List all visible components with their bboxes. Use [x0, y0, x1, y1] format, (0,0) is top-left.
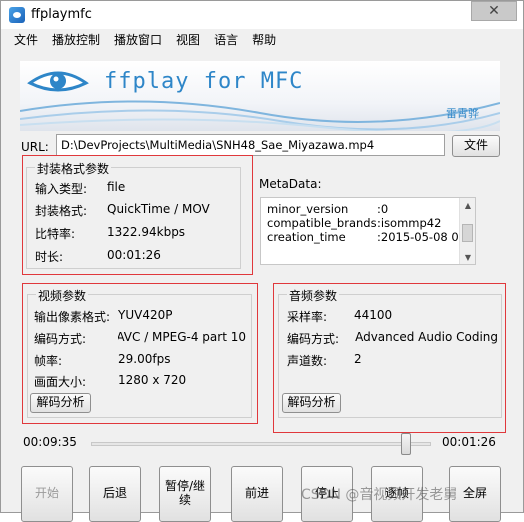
metadata-value: :isommp42 — [377, 216, 442, 230]
video-label: 输出像素格式: — [34, 310, 111, 324]
audio-value: Advanced Audio Coding) — [354, 330, 498, 344]
video-label: 画面大小: — [34, 375, 87, 389]
metadata-title: MetaData: — [259, 177, 322, 191]
app-window: ffplaymfc ✕ 文件 播放控制 播放窗口 视图 语言 帮助 ffplay… — [0, 0, 524, 522]
url-input[interactable]: D:\DevProjects\MultiMedia\SNH48_Sae_Miya… — [56, 134, 445, 156]
format-label: 输入类型: — [35, 182, 88, 196]
audio-label: 声道数: — [287, 354, 328, 368]
metadata-row: minor_version :0 — [267, 202, 388, 216]
format-label: 封装格式: — [35, 204, 88, 218]
rewind-button[interactable]: 后退 — [89, 466, 141, 522]
video-value: AVC / MPEG-4 part 10 — [118, 330, 246, 344]
total-time: 00:01:26 — [442, 435, 496, 449]
forward-button[interactable]: 前进 — [231, 466, 283, 522]
metadata-value: :2015-05-08 0 — [377, 230, 459, 244]
audio-value: 44100 — [354, 308, 393, 322]
audio-decode-button[interactable]: 解码分析 — [282, 393, 341, 413]
start-button[interactable]: 开始 — [21, 466, 73, 522]
video-label: 帧率: — [34, 354, 63, 368]
current-time: 00:09:35 — [23, 435, 77, 449]
scroll-up-icon[interactable]: ▲ — [460, 198, 475, 212]
app-icon — [9, 7, 25, 23]
format-label: 比特率: — [35, 227, 76, 241]
seek-slider[interactable] — [91, 442, 431, 446]
video-value: 29.00fps — [118, 352, 171, 366]
logo-banner: ffplay for MFC 雷霄骅 — [20, 61, 500, 131]
menu-file[interactable]: 文件 — [7, 29, 45, 49]
metadata-key: compatible_brands — [267, 216, 377, 230]
menu-view[interactable]: 视图 — [169, 29, 207, 49]
metadata-key: creation_time — [267, 230, 346, 244]
metadata-row: creation_time :2015-05-08 0 — [267, 230, 459, 244]
close-button[interactable]: ✕ — [471, 1, 517, 21]
menu-playback-window[interactable]: 播放窗口 — [107, 29, 169, 49]
seek-slider-thumb[interactable] — [401, 433, 412, 455]
audio-label: 编码方式: — [287, 332, 340, 346]
banner-author: 雷霄骅 — [446, 107, 479, 120]
format-label: 时长: — [35, 250, 64, 264]
metadata-row: compatible_brands:isommp42 — [267, 216, 441, 230]
url-label: URL: — [21, 140, 49, 154]
metadata-value: :0 — [377, 202, 389, 216]
window-title: ffplaymfc — [31, 7, 92, 22]
menu-bar: 文件 播放控制 播放窗口 视图 语言 帮助 — [1, 29, 523, 49]
video-decode-button[interactable]: 解码分析 — [30, 393, 91, 413]
banner-title: ffplay for MFC — [104, 69, 304, 94]
menu-language[interactable]: 语言 — [207, 29, 245, 49]
menu-help[interactable]: 帮助 — [245, 29, 283, 49]
title-bar: ffplaymfc ✕ — [1, 1, 523, 29]
format-value: 00:01:26 — [107, 248, 161, 262]
video-value: 1280 x 720 — [118, 373, 187, 387]
scroll-thumb[interactable] — [462, 224, 473, 242]
format-value: QuickTime / MOV — [107, 202, 210, 216]
audio-value: 2 — [354, 352, 362, 366]
format-value: 1322.94kbps — [107, 225, 186, 239]
metadata-key: minor_version — [267, 202, 349, 216]
scroll-down-icon[interactable]: ▼ — [460, 250, 475, 264]
metadata-scrollbar[interactable]: ▲ ▼ — [459, 198, 475, 264]
format-value: file — [107, 180, 126, 194]
browse-file-button[interactable]: 文件 — [452, 135, 500, 157]
metadata-list[interactable]: minor_version :0 compatible_brands:isommp… — [260, 197, 476, 265]
menu-playback-control[interactable]: 播放控制 — [45, 29, 107, 49]
video-label: 编码方式: — [34, 332, 87, 346]
watermark: CSDN @音视频开发老舅 — [301, 487, 458, 503]
audio-label: 采样率: — [287, 310, 328, 324]
close-icon: ✕ — [488, 3, 500, 19]
pause-resume-button[interactable]: 暂停/继续 — [159, 466, 211, 522]
video-value: YUV420P — [118, 308, 173, 322]
